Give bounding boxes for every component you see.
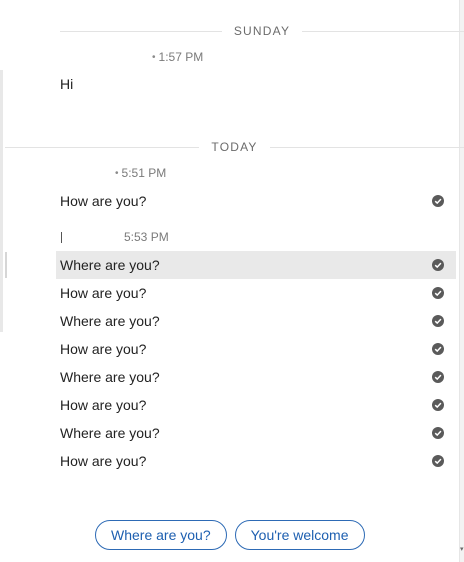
- date-separator-sunday: SUNDAY: [60, 21, 464, 41]
- message-row[interactable]: Where are you?: [56, 307, 456, 335]
- left-divider: [0, 70, 3, 332]
- message-row[interactable]: Where are you?: [56, 251, 456, 279]
- separator-line: [302, 30, 464, 32]
- message-text: How are you?: [60, 453, 147, 469]
- message-row[interactable]: How are you?: [56, 187, 456, 215]
- suggested-reply-button[interactable]: Where are you?: [95, 520, 227, 550]
- delivered-check-icon: [432, 287, 444, 299]
- message-row[interactable]: Where are you?: [56, 419, 456, 447]
- message-row[interactable]: How are you?: [56, 279, 456, 307]
- message-text: How are you?: [60, 285, 147, 301]
- delivered-check-icon: [432, 455, 444, 467]
- message-row[interactable]: How are you?: [56, 391, 456, 419]
- message-row[interactable]: How are you?: [56, 447, 456, 475]
- selection-indicator: [5, 252, 7, 278]
- text-cursor: [61, 231, 62, 243]
- date-separator-today: TODAY: [5, 137, 464, 157]
- message-text: Where are you?: [60, 425, 160, 441]
- date-separator-label: TODAY: [211, 140, 258, 154]
- delivered-check-icon: [432, 343, 444, 355]
- message-group-timestamp: • 1:57 PM: [152, 50, 203, 64]
- vertical-scrollbar[interactable]: [459, 0, 464, 562]
- message-text: Where are you?: [60, 257, 160, 273]
- separator-line: [5, 146, 200, 148]
- message-text: Where are you?: [60, 313, 160, 329]
- separator-line: [60, 30, 222, 32]
- delivered-check-icon: [432, 195, 444, 207]
- suggested-replies: Where are you? You're welcome: [95, 520, 365, 550]
- message-row[interactable]: Hi: [56, 70, 456, 98]
- delivered-check-icon: [432, 315, 444, 327]
- timestamp: 5:51 PM: [121, 166, 167, 180]
- chat-conversation-pane: ▾ SUNDAY • 1:57 PM Hi TODAY • 5:51 PM Ho…: [0, 0, 464, 562]
- separator-dot-icon: •: [152, 51, 156, 63]
- delivered-check-icon: [432, 259, 444, 271]
- separator-dot-icon: •: [115, 167, 119, 179]
- timestamp: 1:57 PM: [158, 50, 204, 64]
- scroll-down-arrow-icon[interactable]: ▾: [460, 546, 464, 554]
- date-separator-label: SUNDAY: [233, 24, 291, 38]
- message-row[interactable]: Where are you?: [56, 363, 456, 391]
- message-text: How are you?: [60, 341, 147, 357]
- message-group-timestamp: 5:53 PM: [61, 230, 169, 244]
- delivered-check-icon: [432, 399, 444, 411]
- delivered-check-icon: [432, 371, 444, 383]
- delivered-check-icon: [432, 427, 444, 439]
- suggested-reply-button[interactable]: You're welcome: [234, 520, 365, 550]
- message-text: Hi: [60, 76, 74, 92]
- timestamp: 5:53 PM: [124, 230, 169, 244]
- separator-line: [269, 146, 464, 148]
- message-text: How are you?: [60, 397, 147, 413]
- message-text: How are you?: [60, 193, 147, 209]
- message-text: Where are you?: [60, 369, 160, 385]
- message-row[interactable]: How are you?: [56, 335, 456, 363]
- message-group-timestamp: • 5:51 PM: [115, 166, 166, 180]
